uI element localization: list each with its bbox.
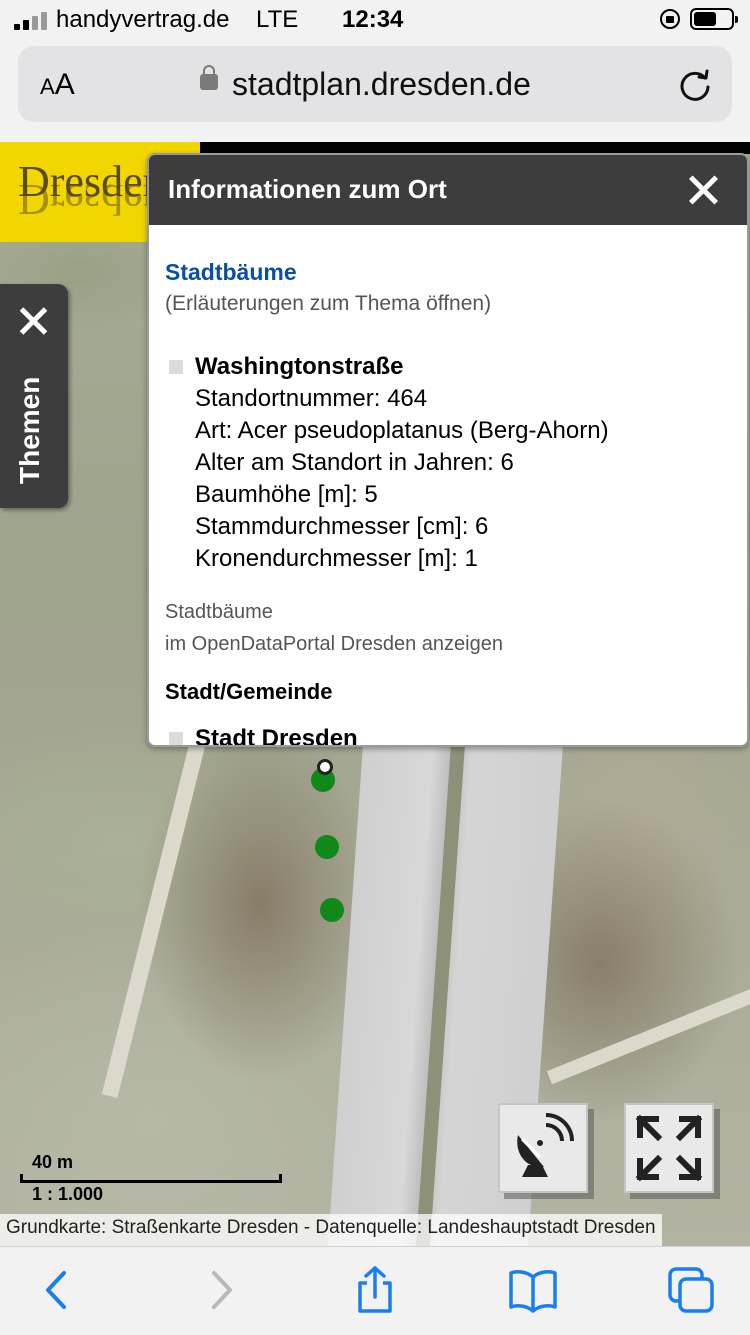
expand-arrows-icon [635, 1114, 703, 1182]
map-attribution: Grundkarte: Straßenkarte Dresden - Daten… [0, 1214, 662, 1246]
text-size-button[interactable]: AA [40, 68, 75, 102]
scale-distance: 40 m [32, 1152, 74, 1172]
section-item: Stadt Dresden [195, 725, 358, 747]
tabs-icon[interactable] [666, 1265, 716, 1315]
chevron-left-icon[interactable] [34, 1265, 84, 1315]
map-footpath [546, 973, 750, 1085]
tree-marker[interactable] [320, 898, 344, 922]
attribute-line: Art: Acer pseudoplatanus (Berg-Ahorn) [195, 417, 609, 444]
address-bar[interactable]: AA stadtplan.dresden.de [18, 46, 732, 122]
browser-bottom-bar [0, 1246, 750, 1335]
bullet-icon [169, 360, 183, 374]
section-title: Stadt/Gemeinde [165, 679, 333, 704]
popup-title: Informationen zum Ort [168, 174, 447, 204]
attribute-line: Standortnummer: 464 [195, 385, 428, 412]
network-type: LTE [256, 6, 299, 33]
carrier-name: handyvertrag.de [56, 6, 230, 33]
status-bar: handyvertrag.de LTE 12:34 [0, 0, 750, 42]
scale-ratio: 1 : 1.000 [32, 1184, 104, 1204]
url-text[interactable]: stadtplan.dresden.de [232, 66, 531, 103]
book-icon[interactable] [508, 1265, 558, 1315]
rotation-lock-icon [660, 9, 680, 29]
popup-header: Informationen zum Ort [149, 155, 747, 225]
signal-icon [14, 10, 47, 30]
scale-line [20, 1174, 282, 1183]
reload-icon[interactable] [678, 68, 712, 102]
bullet-icon [169, 732, 183, 745]
open-data-portal-link[interactable]: im OpenDataPortal Dresden anzeigen [165, 633, 503, 656]
attribute-line: Stammdurchmesser [cm]: 6 [195, 513, 489, 540]
selected-tree-marker[interactable] [317, 759, 333, 775]
close-icon[interactable] [689, 175, 719, 205]
share-icon[interactable] [350, 1265, 400, 1315]
locate-button[interactable] [498, 1103, 588, 1193]
chevron-right-icon[interactable] [194, 1265, 244, 1315]
close-icon[interactable] [18, 306, 48, 336]
feature-name: Washingtonstraße [195, 353, 404, 380]
info-popup: Informationen zum Ort Stadtbäume (Erläut… [147, 153, 749, 747]
attribute-line: Alter am Standort in Jahren: 6 [195, 449, 514, 476]
clock: 12:34 [342, 6, 404, 33]
themen-label[interactable]: Themen [14, 377, 46, 484]
battery-icon [690, 8, 738, 30]
tree-marker[interactable] [315, 835, 339, 859]
satellite-dish-icon [517, 1113, 574, 1177]
theme-explanation-link[interactable]: (Erläuterungen zum Thema öffnen) [165, 292, 491, 316]
map-canvas[interactable]: Dresden Dresden Themen Informationen zum… [0, 142, 750, 1246]
themen-panel-tab[interactable]: Themen [0, 284, 68, 508]
source-dataset-label[interactable]: Stadtbäume [165, 601, 273, 624]
fullscreen-button[interactable] [624, 1103, 714, 1193]
browser-toolbar: AA stadtplan.dresden.de [0, 42, 750, 142]
padlock-icon [200, 65, 218, 90]
map-footpath [101, 706, 215, 1098]
theme-link[interactable]: Stadtbäume [165, 259, 297, 286]
attribute-line: Baumhöhe [m]: 5 [195, 481, 378, 508]
attribute-line: Kronendurchmesser [m]: 1 [195, 545, 478, 572]
